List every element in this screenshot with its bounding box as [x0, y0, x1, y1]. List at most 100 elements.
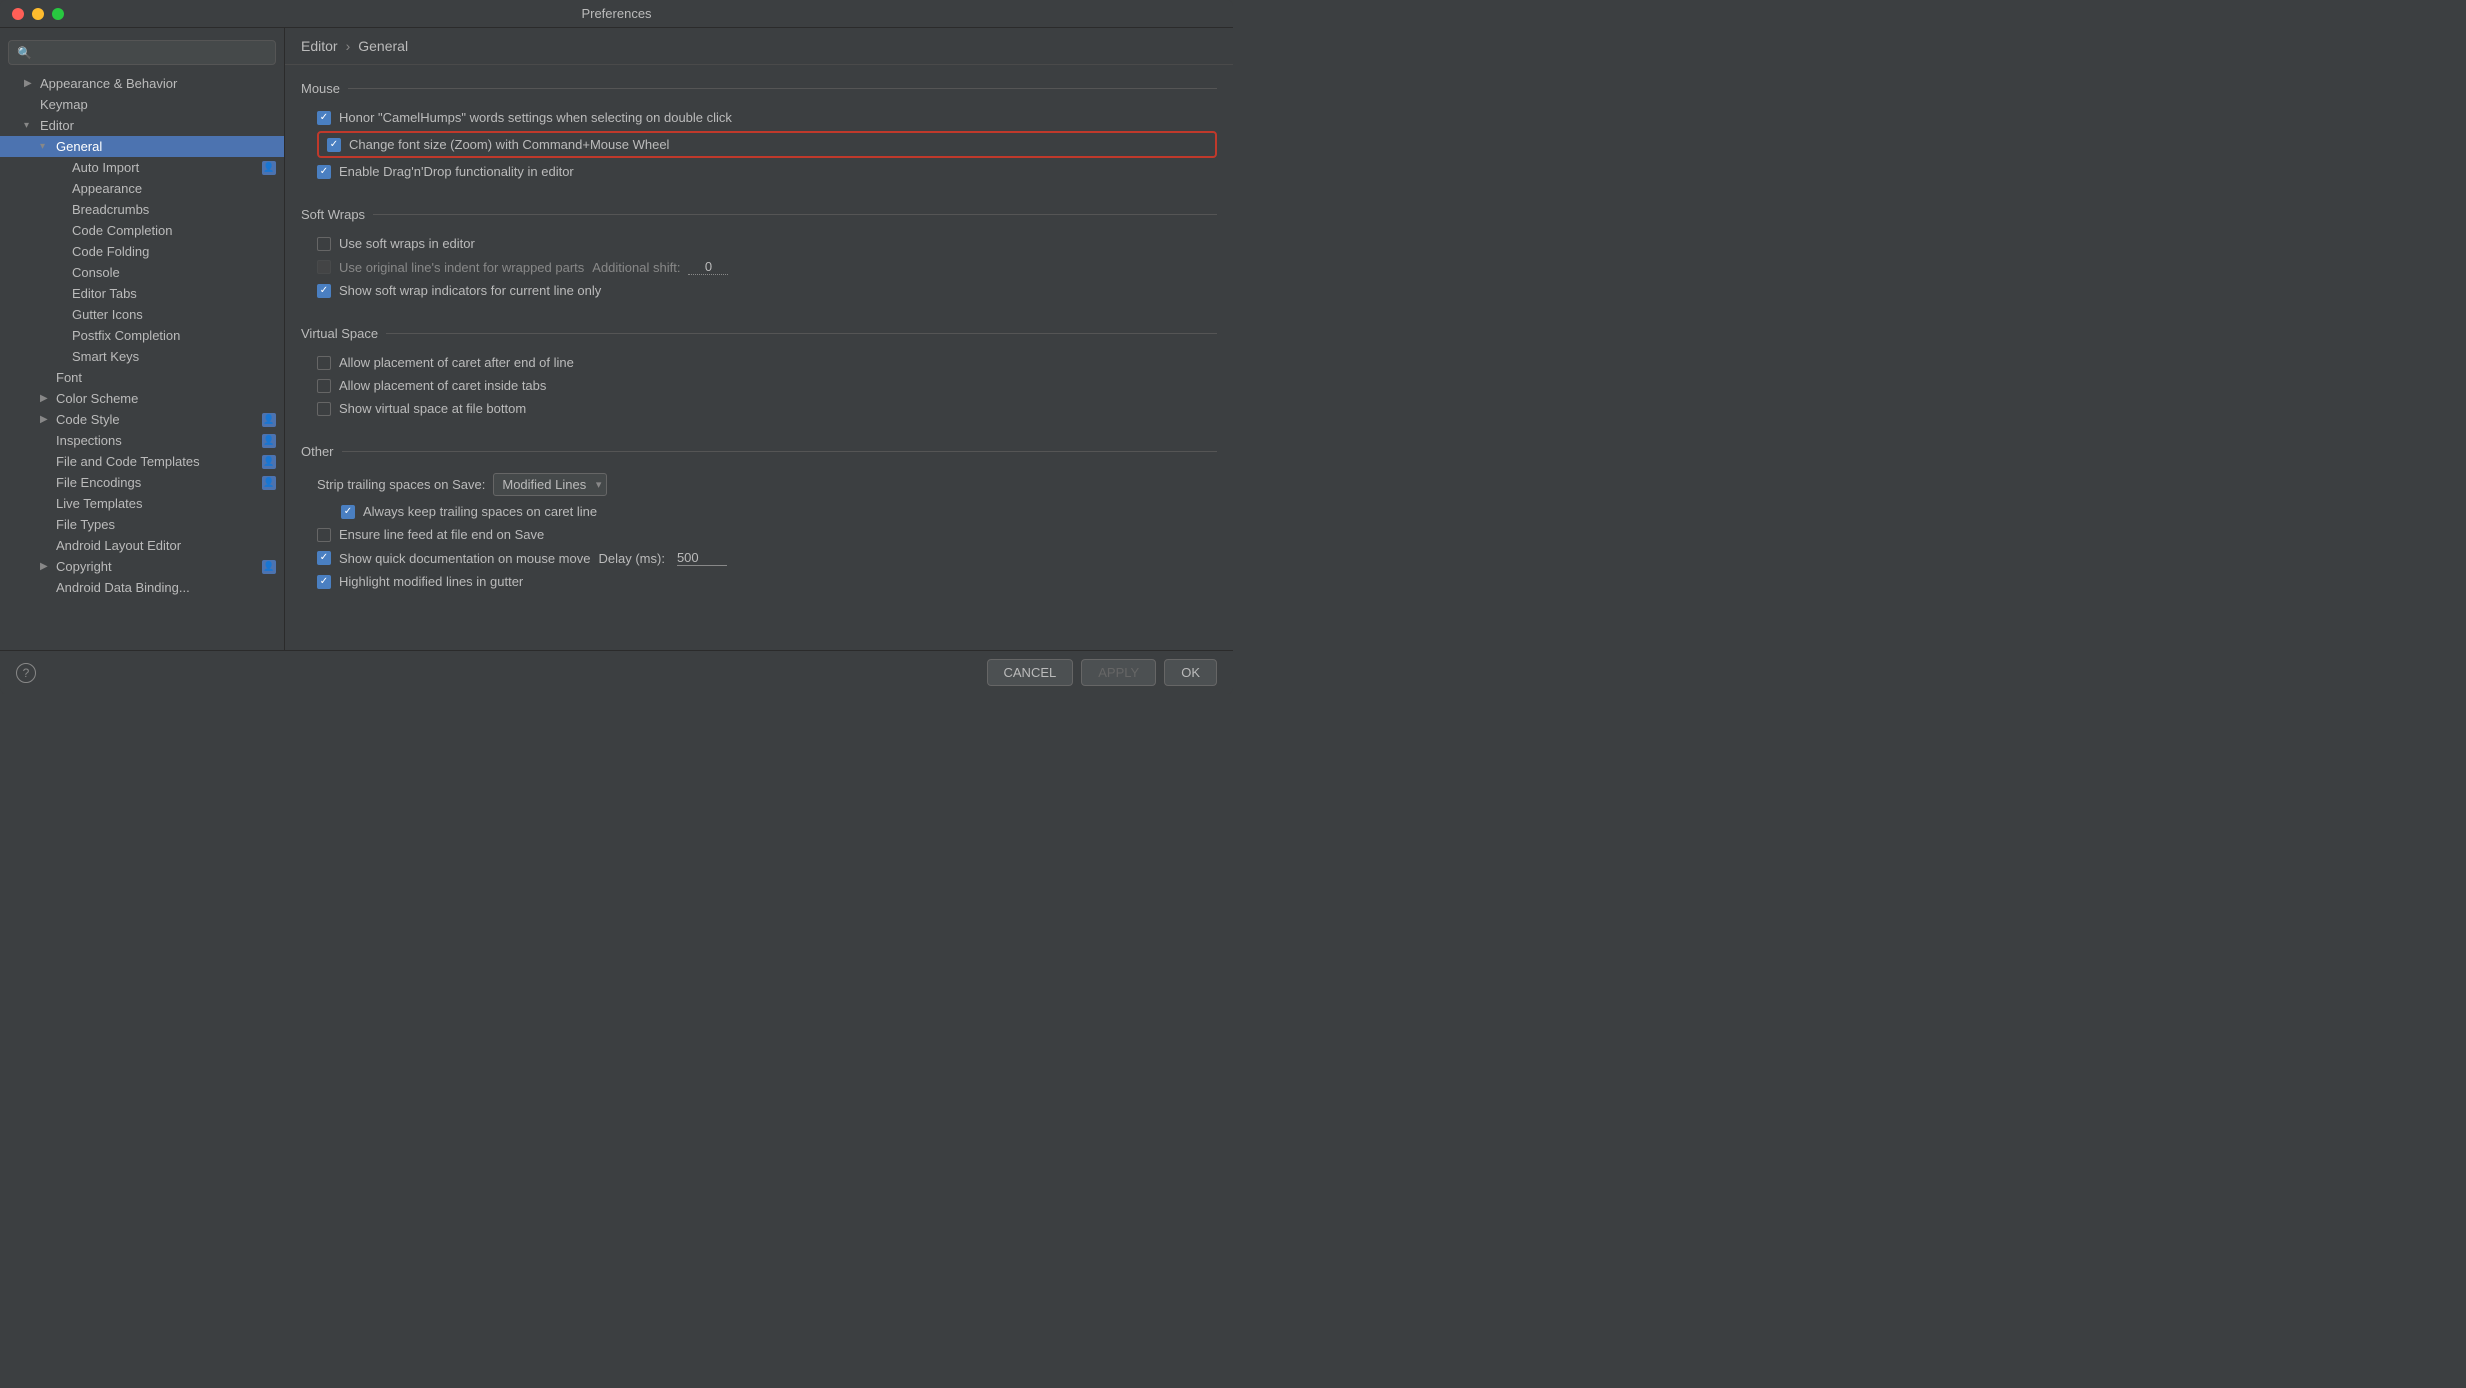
camel-humps-checkbox[interactable] — [317, 111, 331, 125]
sidebar-item-label: Code Completion — [72, 223, 172, 238]
highlight-modified-row: Highlight modified lines in gutter — [301, 570, 1217, 593]
sidebar-item-label: File and Code Templates — [56, 454, 200, 469]
original-indent-checkbox[interactable] — [317, 260, 331, 274]
sidebar-item-postfix-completion[interactable]: ▶ Postfix Completion — [0, 325, 284, 346]
camel-humps-label: Honor "CamelHumps" words settings when s… — [339, 110, 732, 125]
close-button[interactable] — [12, 8, 24, 20]
minimize-button[interactable] — [32, 8, 44, 20]
ensure-line-feed-label: Ensure line feed at file end on Save — [339, 527, 544, 542]
caret-after-eol-label: Allow placement of caret after end of li… — [339, 355, 574, 370]
sidebar-item-label: Editor Tabs — [72, 286, 137, 301]
search-input[interactable] — [38, 45, 267, 60]
drag-drop-checkbox[interactable] — [317, 165, 331, 179]
use-soft-wraps-checkbox[interactable] — [317, 237, 331, 251]
additional-shift-input[interactable] — [688, 259, 728, 275]
sidebar-item-file-types[interactable]: ▶ File Types — [0, 514, 284, 535]
camel-humps-row: Honor "CamelHumps" words settings when s… — [301, 106, 1217, 129]
preferences-window: Preferences 🔍 ▶ Appearance & Behavior ▶ … — [0, 0, 1233, 694]
sidebar-item-android-data-binding[interactable]: ▶ Android Data Binding... — [0, 577, 284, 598]
badge-icon: 👤 — [262, 413, 276, 427]
sidebar-item-code-completion[interactable]: ▶ Code Completion — [0, 220, 284, 241]
sidebar-item-console[interactable]: ▶ Console — [0, 262, 284, 283]
keep-trailing-spaces-row: Always keep trailing spaces on caret lin… — [301, 500, 1217, 523]
badge-icon: 👤 — [262, 161, 276, 175]
use-soft-wraps-label: Use soft wraps in editor — [339, 236, 475, 251]
sidebar-item-general[interactable]: ▾ General — [0, 136, 284, 157]
maximize-button[interactable] — [52, 8, 64, 20]
original-indent-label: Use original line's indent for wrapped p… — [339, 260, 584, 275]
virtual-space-bottom-checkbox[interactable] — [317, 402, 331, 416]
sidebar-item-inspections[interactable]: ▶ Inspections 👤 — [0, 430, 284, 451]
delay-label: Delay (ms): — [598, 551, 664, 566]
sidebar-item-label: Font — [56, 370, 82, 385]
sidebar-item-color-scheme[interactable]: ▶ Color Scheme — [0, 388, 284, 409]
keep-trailing-spaces-checkbox[interactable] — [341, 505, 355, 519]
sidebar-item-label: Android Data Binding... — [56, 580, 190, 595]
sidebar-item-appearance-behavior[interactable]: ▶ Appearance & Behavior — [0, 73, 284, 94]
sidebar-item-label: Live Templates — [56, 496, 142, 511]
sidebar-item-keymap[interactable]: ▶ Keymap — [0, 94, 284, 115]
sidebar-item-file-and-code-templates[interactable]: ▶ File and Code Templates 👤 — [0, 451, 284, 472]
soft-wraps-divider: Soft Wraps — [301, 207, 1217, 222]
breadcrumb-part2: General — [358, 38, 408, 54]
strip-trailing-row: Strip trailing spaces on Save: None All … — [301, 469, 1217, 500]
strip-trailing-select[interactable]: None All Modified Lines — [493, 473, 607, 496]
zoom-with-mouse-checkbox[interactable] — [327, 138, 341, 152]
highlight-modified-label: Highlight modified lines in gutter — [339, 574, 523, 589]
sidebar-item-label: Auto Import — [72, 160, 139, 175]
keep-trailing-spaces-label: Always keep trailing spaces on caret lin… — [363, 504, 597, 519]
delay-input[interactable] — [677, 550, 727, 566]
sidebar-item-file-encodings[interactable]: ▶ File Encodings 👤 — [0, 472, 284, 493]
sidebar-item-label: Gutter Icons — [72, 307, 143, 322]
sidebar-item-editor[interactable]: ▾ Editor — [0, 115, 284, 136]
title-bar: Preferences — [0, 0, 1233, 28]
sidebar-item-editor-tabs[interactable]: ▶ Editor Tabs — [0, 283, 284, 304]
sidebar-item-gutter-icons[interactable]: ▶ Gutter Icons — [0, 304, 284, 325]
other-section: Other Strip trailing spaces on Save: Non… — [285, 428, 1233, 601]
sidebar-item-label: Android Layout Editor — [56, 538, 181, 553]
sidebar-item-android-layout-editor[interactable]: ▶ Android Layout Editor — [0, 535, 284, 556]
search-box[interactable]: 🔍 — [8, 40, 276, 65]
strip-trailing-dropdown-wrapper: None All Modified Lines — [493, 473, 607, 496]
sidebar-item-label: General — [56, 139, 102, 154]
sidebar-item-live-templates[interactable]: ▶ Live Templates — [0, 493, 284, 514]
ensure-line-feed-checkbox[interactable] — [317, 528, 331, 542]
main-content: 🔍 ▶ Appearance & Behavior ▶ Keymap ▾ Edi… — [0, 28, 1233, 650]
zoom-with-mouse-label: Change font size (Zoom) with Command+Mou… — [349, 137, 669, 152]
ensure-line-feed-row: Ensure line feed at file end on Save — [301, 523, 1217, 546]
sidebar-item-appearance[interactable]: ▶ Appearance — [0, 178, 284, 199]
caret-inside-tabs-checkbox[interactable] — [317, 379, 331, 393]
mouse-section-divider: Mouse — [301, 81, 1217, 96]
sidebar-item-copyright[interactable]: ▶ Copyright 👤 — [0, 556, 284, 577]
use-soft-wraps-row: Use soft wraps in editor — [301, 232, 1217, 255]
badge-icon: 👤 — [262, 434, 276, 448]
badge-icon: 👤 — [262, 560, 276, 574]
quick-doc-label: Show quick documentation on mouse move — [339, 551, 590, 566]
breadcrumb-part1: Editor — [301, 38, 338, 54]
highlight-modified-checkbox[interactable] — [317, 575, 331, 589]
wrap-indicators-checkbox[interactable] — [317, 284, 331, 298]
caret-after-eol-checkbox[interactable] — [317, 356, 331, 370]
sidebar-item-code-style[interactable]: ▶ Code Style 👤 — [0, 409, 284, 430]
sidebar-item-smart-keys[interactable]: ▶ Smart Keys — [0, 346, 284, 367]
sidebar-item-code-folding[interactable]: ▶ Code Folding — [0, 241, 284, 262]
sidebar-item-label: Color Scheme — [56, 391, 138, 406]
mouse-section: Mouse Honor "CamelHumps" words settings … — [285, 65, 1233, 191]
virtual-space-divider: Virtual Space — [301, 326, 1217, 341]
sidebar-item-label: Code Folding — [72, 244, 149, 259]
sidebar-item-label: Smart Keys — [72, 349, 139, 364]
help-button[interactable]: ? — [16, 663, 36, 683]
ok-button[interactable]: OK — [1164, 659, 1217, 686]
chevron-down-icon: ▾ — [24, 120, 36, 131]
sidebar-item-breadcrumbs[interactable]: ▶ Breadcrumbs — [0, 199, 284, 220]
badge-icon: 👤 — [262, 476, 276, 490]
sidebar-item-font[interactable]: ▶ Font — [0, 367, 284, 388]
quick-doc-checkbox[interactable] — [317, 551, 331, 565]
original-indent-row: Use original line's indent for wrapped p… — [301, 255, 1217, 279]
virtual-space-label: Virtual Space — [301, 326, 378, 341]
caret-inside-tabs-row: Allow placement of caret inside tabs — [301, 374, 1217, 397]
sidebar-item-auto-import[interactable]: ▶ Auto Import 👤 — [0, 157, 284, 178]
footer-right: CANCEL APPLY OK — [987, 659, 1218, 686]
cancel-button[interactable]: CANCEL — [987, 659, 1074, 686]
apply-button[interactable]: APPLY — [1081, 659, 1156, 686]
